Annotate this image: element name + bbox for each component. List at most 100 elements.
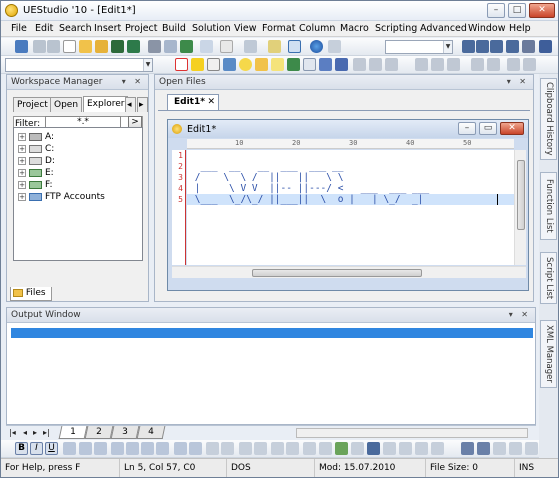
side-tab-clipboard-history[interactable]: Clipboard History [540, 78, 557, 160]
font-color-icon[interactable] [431, 442, 444, 455]
input-icon[interactable] [286, 442, 299, 455]
menu-view[interactable]: View [234, 23, 257, 34]
last-sheet-icon[interactable]: ▸| [43, 428, 50, 437]
tag-icon[interactable] [255, 58, 268, 71]
expand-icon[interactable]: + [18, 157, 26, 165]
panel-controls[interactable]: ▾ ✕ [507, 77, 529, 86]
abc-icon[interactable] [303, 58, 316, 71]
menu-file[interactable]: File [11, 23, 27, 34]
notepad-icon[interactable] [271, 58, 284, 71]
table-insert-icon[interactable] [477, 442, 490, 455]
find-next-icon[interactable] [476, 40, 489, 53]
expand-icon[interactable]: + [18, 145, 26, 153]
spell-icon[interactable] [191, 58, 204, 71]
tab-scroll-right-icon[interactable]: ▸ [137, 97, 148, 112]
script-icon[interactable] [287, 58, 300, 71]
panel-controls[interactable]: ▾ ✕ [509, 310, 531, 319]
wikipedia-icon[interactable] [207, 58, 220, 71]
link-icon[interactable] [239, 442, 252, 455]
expand-icon[interactable]: + [18, 169, 26, 177]
editor-restore-button[interactable]: ▭ [479, 122, 497, 135]
justify-icon[interactable] [156, 442, 169, 455]
editor-content[interactable]: ___ __ __ ___ ___ __ / \ \ / || || \ \ |… [189, 150, 430, 205]
align-left-icon[interactable] [111, 442, 124, 455]
swap-icon[interactable] [335, 58, 348, 71]
cut-icon[interactable] [507, 58, 520, 71]
minimize-button[interactable]: – [487, 3, 505, 18]
sheet-tab-4[interactable]: 4 [136, 426, 166, 439]
goto-icon[interactable] [522, 40, 535, 53]
open-folder-icon[interactable] [79, 40, 92, 53]
tab-project[interactable]: Project [13, 97, 52, 112]
menu-scripting[interactable]: Scripting [375, 23, 417, 34]
italic-icon[interactable]: I [30, 442, 43, 455]
print-icon[interactable] [148, 40, 161, 53]
first-sheet-icon[interactable]: |◂ [9, 428, 16, 437]
menu-search[interactable]: Search [59, 23, 92, 34]
undo-icon[interactable] [471, 58, 484, 71]
copy-icon[interactable] [523, 58, 536, 71]
cell-icon[interactable] [525, 442, 538, 455]
expand-icon[interactable]: + [18, 133, 26, 141]
new-file-icon[interactable] [63, 40, 76, 53]
underline-icon[interactable]: U [45, 442, 58, 455]
vertical-scroll-thumb[interactable] [517, 160, 525, 230]
horizontal-scrollbar[interactable] [172, 266, 526, 278]
column-mode-icon[interactable] [288, 40, 301, 53]
tree-item-e[interactable]: + E: [18, 167, 138, 179]
print-preview-icon[interactable] [164, 40, 177, 53]
macro-play-icon[interactable] [431, 58, 444, 71]
table-icon[interactable] [206, 442, 219, 455]
tab-scroll-left-icon[interactable]: ◂ [125, 97, 136, 112]
back-icon[interactable] [33, 40, 46, 53]
frame-icon[interactable] [351, 442, 364, 455]
close-tab-icon[interactable]: ✕ [207, 97, 215, 107]
align-center-icon[interactable] [126, 442, 139, 455]
side-tab-script-list[interactable]: Script List [540, 252, 557, 304]
indent-icon[interactable] [353, 58, 366, 71]
column-icon[interactable] [509, 442, 522, 455]
ruler-icon[interactable] [244, 40, 257, 53]
anchor-icon[interactable] [367, 442, 380, 455]
anchor-tag-icon[interactable] [254, 442, 267, 455]
strikethrough-icon[interactable] [63, 442, 76, 455]
wrap-icon[interactable] [328, 40, 341, 53]
properties-icon[interactable] [200, 40, 213, 53]
menu-solution[interactable]: Solution [192, 23, 231, 34]
hex-icon[interactable] [220, 40, 233, 53]
align-right-icon[interactable] [141, 442, 154, 455]
save-all-icon[interactable] [127, 40, 140, 53]
next-sheet-icon[interactable]: ▸ [33, 428, 37, 437]
tree-item-c[interactable]: + C: [18, 143, 138, 155]
save-icon[interactable] [111, 40, 124, 53]
tab-open[interactable]: Open [50, 97, 83, 112]
indent-more-icon[interactable] [174, 442, 187, 455]
side-tab-function-list[interactable]: Function List [540, 172, 557, 240]
bold-icon[interactable]: B [15, 442, 28, 455]
numbered-list-icon[interactable] [94, 442, 107, 455]
editor-text-area[interactable]: ___ __ __ ___ ___ __ / \ \ / || || \ \ |… [187, 150, 514, 265]
open-recent-icon[interactable] [95, 40, 108, 53]
compare-icon[interactable] [319, 58, 332, 71]
lightbulb-icon[interactable] [239, 58, 252, 71]
open-file-tab[interactable]: Edit1* ✕ [167, 94, 219, 110]
image-icon[interactable] [335, 442, 348, 455]
macro-record-icon[interactable] [415, 58, 428, 71]
horizontal-scroll-thumb[interactable] [252, 269, 422, 277]
redo-icon[interactable] [487, 58, 500, 71]
hr-icon[interactable] [221, 442, 234, 455]
menu-macro[interactable]: Macro [340, 23, 369, 34]
macro-stop-icon[interactable] [447, 58, 460, 71]
expand-icon[interactable]: + [18, 193, 26, 201]
menu-build[interactable]: Build [162, 23, 186, 34]
tree-item-a[interactable]: + A: [18, 131, 138, 143]
tree-item-d[interactable]: + D: [18, 155, 138, 167]
editor-minimize-button[interactable]: – [458, 122, 476, 135]
output-horizontal-scrollbar[interactable] [296, 428, 528, 438]
menu-project[interactable]: Project [125, 23, 158, 34]
menu-advanced[interactable]: Advanced [420, 23, 467, 34]
indent-less-icon[interactable] [189, 442, 202, 455]
menu-column[interactable]: Column [299, 23, 335, 34]
row-icon[interactable] [493, 442, 506, 455]
bullet-list-icon[interactable] [79, 442, 92, 455]
